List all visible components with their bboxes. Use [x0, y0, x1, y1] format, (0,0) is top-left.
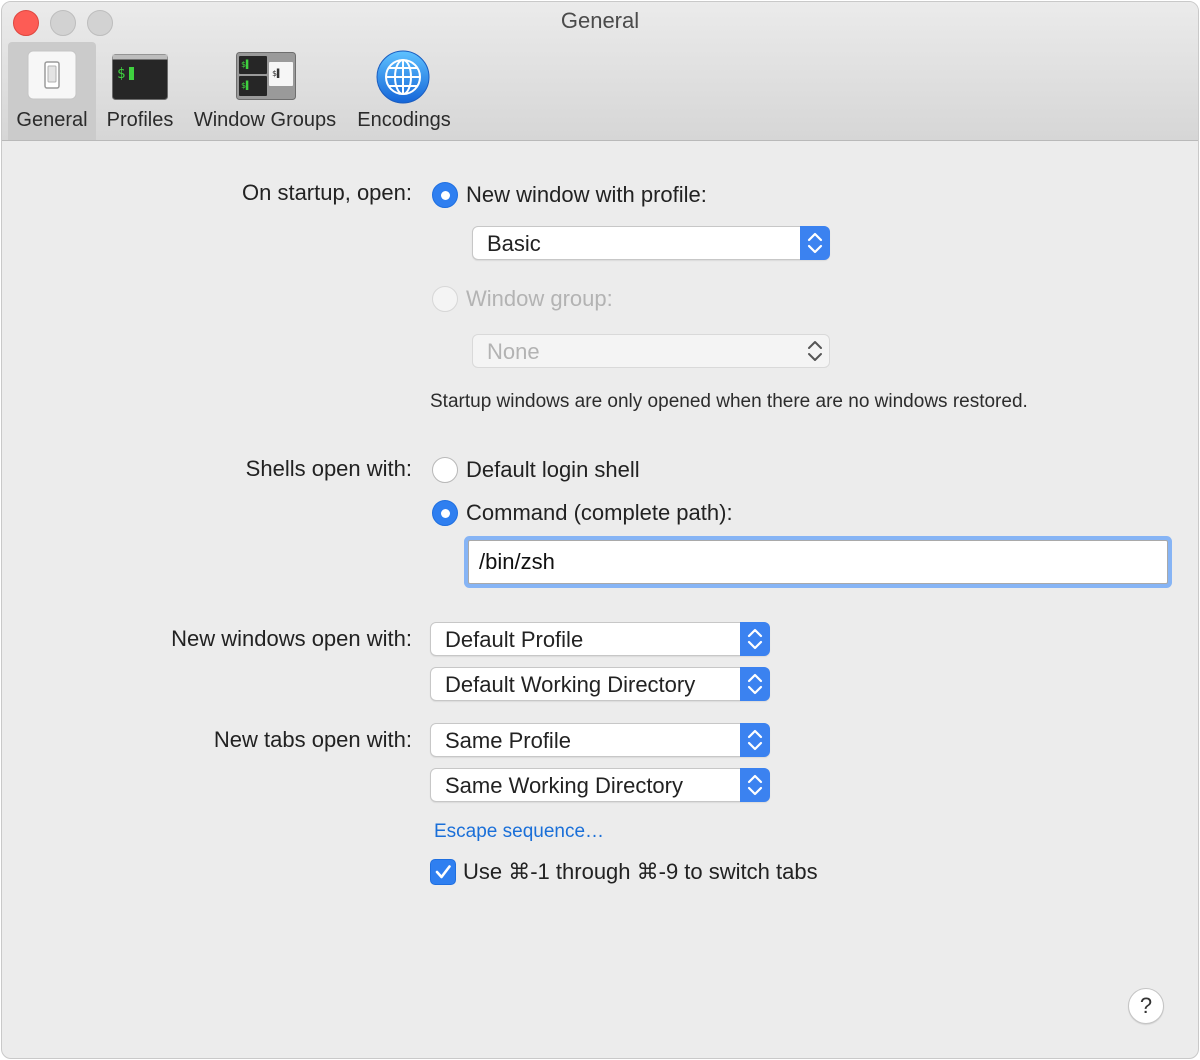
tab-label: Profiles — [106, 109, 174, 131]
help-button[interactable]: ? — [1128, 988, 1164, 1024]
default-login-shell-label: Default login shell — [466, 457, 640, 482]
svg-text:$▌: $▌ — [241, 59, 251, 69]
chevron-updown-icon — [740, 667, 770, 701]
switch-tabs-label: Use ⌘-1 through ⌘-9 to switch tabs — [463, 859, 818, 884]
tab-label: General — [16, 109, 88, 131]
new-window-option-label: New window with profile: — [466, 182, 707, 207]
new-windows-directory-select[interactable]: Default Working Directory — [430, 667, 770, 701]
window-group-value: None — [487, 339, 540, 364]
window-group-select[interactable]: None — [472, 334, 830, 368]
chevron-updown-icon — [740, 723, 770, 757]
window-groups-icon: $▌ $▌ $▌ — [236, 52, 296, 105]
new-tabs-directory-value: Same Working Directory — [445, 773, 683, 798]
startup-profile-value: Basic — [487, 231, 541, 256]
chevron-updown-icon — [800, 226, 830, 260]
shells-label: Shells open with: — [245, 456, 412, 481]
startup-label: On startup, open: — [242, 180, 412, 205]
checkmark-icon — [435, 865, 451, 879]
chevron-updown-icon — [800, 334, 830, 368]
new-windows-label: New windows open with: — [171, 626, 412, 651]
svg-text:$▌: $▌ — [272, 68, 282, 78]
startup-profile-select[interactable]: Basic — [472, 226, 830, 260]
new-windows-directory-value: Default Working Directory — [445, 672, 696, 697]
window-title: General — [560, 8, 640, 33]
tab-window-groups[interactable]: $▌ $▌ $▌ Window Groups — [186, 42, 344, 140]
chevron-updown-icon — [740, 768, 770, 802]
globe-icon — [376, 50, 430, 109]
new-tabs-profile-value: Same Profile — [445, 728, 571, 753]
terminal-icon: $ — [112, 54, 168, 105]
title-bar: General General $ Profiles $▌ $▌ $▌ Wind… — [2, 2, 1198, 141]
tab-encodings[interactable]: Encodings — [348, 42, 460, 140]
window-group-option-label: Window group: — [466, 286, 613, 311]
window-group-radio[interactable] — [432, 286, 458, 312]
command-option-label: Command (complete path): — [466, 500, 733, 525]
chevron-updown-icon — [740, 622, 770, 656]
startup-hint: Startup windows are only opened when the… — [430, 391, 1028, 412]
new-tabs-directory-select[interactable]: Same Working Directory — [430, 768, 770, 802]
tab-label: Window Groups — [193, 109, 337, 131]
light-switch-icon — [27, 50, 77, 105]
command-radio[interactable] — [432, 500, 458, 526]
new-window-radio[interactable] — [432, 182, 458, 208]
new-tabs-label: New tabs open with: — [213, 727, 412, 752]
switch-tabs-checkbox[interactable] — [430, 859, 456, 885]
preferences-window: General General $ Profiles $▌ $▌ $▌ Wind… — [1, 1, 1199, 1059]
escape-sequence-link[interactable]: Escape sequence… — [434, 821, 604, 843]
new-windows-profile-value: Default Profile — [445, 627, 584, 652]
svg-text:$: $ — [117, 66, 125, 82]
command-path-input[interactable] — [468, 540, 1168, 584]
new-tabs-profile-select[interactable]: Same Profile — [430, 723, 770, 757]
tab-label: Encodings — [357, 109, 451, 131]
new-windows-profile-select[interactable]: Default Profile — [430, 622, 770, 656]
svg-text:$▌: $▌ — [241, 80, 251, 90]
default-login-shell-radio[interactable] — [432, 457, 458, 483]
tab-general[interactable]: General — [8, 42, 96, 140]
tab-profiles[interactable]: $ Profiles — [98, 42, 182, 140]
